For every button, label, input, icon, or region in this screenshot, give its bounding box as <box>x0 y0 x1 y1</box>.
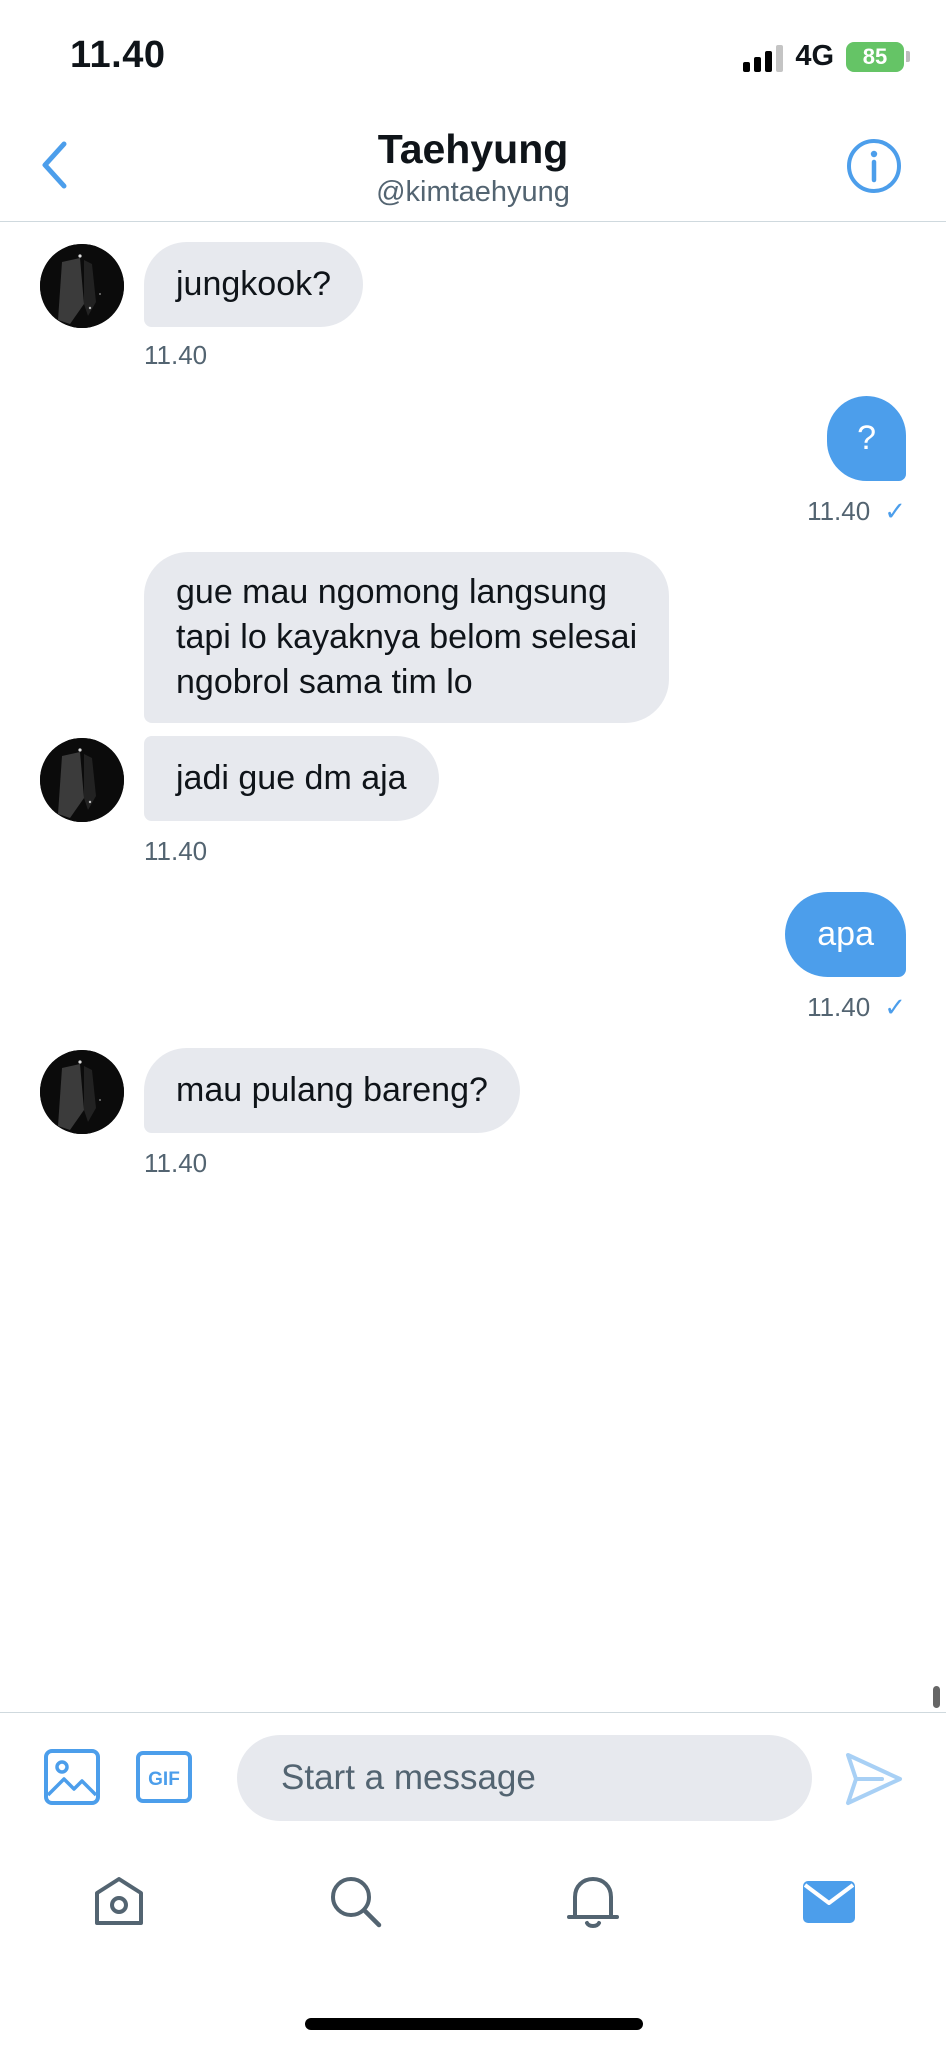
conversation-header: Taehyung @kimtaehyung <box>0 110 946 222</box>
message-time: 11.40 ✓ <box>807 496 906 527</box>
home-icon <box>95 1877 143 1925</box>
gif-icon: GIF <box>136 1751 192 1803</box>
message-input[interactable] <box>237 1735 812 1821</box>
tab-messages[interactable] <box>794 1866 864 1936</box>
signal-icon <box>743 42 784 72</box>
avatar[interactable] <box>40 244 124 328</box>
avatar[interactable] <box>40 1050 124 1134</box>
bell-icon <box>567 1877 619 1928</box>
message-time: 11.40 <box>144 1148 208 1178</box>
tab-notifications[interactable] <box>558 1866 628 1936</box>
image-button[interactable] <box>42 1747 102 1807</box>
message-bubble[interactable]: jungkook? <box>144 242 364 327</box>
network-type: 4G <box>795 40 834 72</box>
message-composer: GIF <box>0 1712 946 1842</box>
message-text: apa <box>817 915 874 953</box>
tab-search[interactable] <box>320 1866 390 1936</box>
avatar[interactable] <box>40 738 124 822</box>
message-thread: jungkook? 11.40 ? 11.40 ✓ gue mau ngomon… <box>0 222 946 1712</box>
tab-home[interactable] <box>84 1866 154 1936</box>
message-text: jungkook? <box>176 265 332 303</box>
home-indicator[interactable] <box>305 2018 643 2030</box>
tab-bar <box>0 1842 946 1962</box>
send-icon <box>846 1753 902 1805</box>
scrollbar[interactable] <box>933 1686 940 1708</box>
message-bubble[interactable]: ? <box>827 396 906 481</box>
message-text: mau pulang bareng? <box>176 1071 488 1109</box>
contact-handle[interactable]: @kimtaehyung <box>0 176 946 209</box>
checkmark-icon: ✓ <box>884 496 906 526</box>
gif-button[interactable]: GIF <box>134 1747 194 1807</box>
checkmark-icon: ✓ <box>884 992 906 1022</box>
mail-icon <box>803 1881 855 1923</box>
status-time: 11.40 <box>70 34 166 76</box>
message-text: jadi gue dm aja <box>176 759 407 797</box>
battery-level: 85 <box>862 43 888 69</box>
status-indicators: 4G 85 <box>743 40 910 73</box>
message-text: ? <box>857 419 876 457</box>
gif-label: GIF <box>148 1769 180 1790</box>
info-button[interactable] <box>846 138 902 194</box>
message-time-text: 11.40 <box>807 992 871 1022</box>
message-time: 11.40 <box>144 836 208 866</box>
battery-icon: 85 <box>846 41 910 72</box>
image-icon <box>44 1749 100 1805</box>
message-text-line: ngobrol sama tim lo <box>176 663 473 701</box>
status-bar: 11.40 4G 85 <box>0 0 946 110</box>
message-time: 11.40 <box>144 340 208 370</box>
message-text-line: gue mau ngomong langsung <box>176 573 607 611</box>
message-time-text: 11.40 <box>807 496 871 526</box>
message-time: 11.40 ✓ <box>807 992 906 1023</box>
send-button[interactable] <box>842 1747 906 1811</box>
message-bubble[interactable]: apa <box>785 892 906 977</box>
search-icon <box>331 1877 382 1928</box>
info-icon <box>847 139 901 193</box>
message-bubble[interactable]: gue mau ngomong langsung tapi lo kayakny… <box>144 552 670 723</box>
message-bubble[interactable]: mau pulang bareng? <box>144 1048 520 1133</box>
message-text-line: tapi lo kayaknya belom selesai <box>176 618 638 656</box>
contact-name[interactable]: Taehyung <box>0 126 946 173</box>
message-bubble[interactable]: jadi gue dm aja <box>144 736 439 821</box>
